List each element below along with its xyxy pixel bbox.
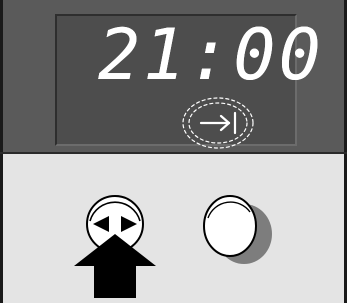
button-area: [0, 154, 347, 303]
up-arrow-icon: [74, 234, 156, 298]
end-time-icon: [182, 97, 254, 149]
appliance-control-panel: 21:00: [0, 0, 347, 303]
set-button[interactable]: [200, 194, 276, 268]
time-readout: 21:00: [98, 14, 324, 96]
